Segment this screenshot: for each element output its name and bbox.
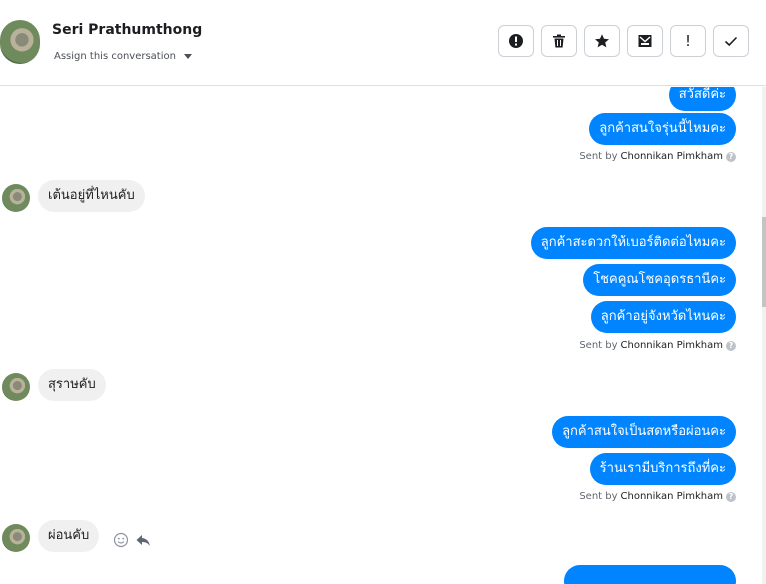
outgoing-message[interactable]: ลูกค้าอยู่จังหวัดไหนคะ <box>590 301 736 333</box>
info-icon[interactable]: ? <box>726 151 736 162</box>
incoming-message[interactable]: เต้นอยู่ที่ไหนคับ <box>38 180 145 212</box>
move-to-inbox-button[interactable] <box>627 25 663 57</box>
emoji-react-icon[interactable] <box>113 532 129 548</box>
thread-scrollbar[interactable] <box>762 87 766 584</box>
star-button[interactable] <box>584 25 620 57</box>
outgoing-message[interactable]: ลูกค้าสนใจรุ่นนี้ไหมคะ <box>589 113 736 145</box>
outgoing-message[interactable]: โชคคูณโชคอุดรธานีคะ <box>583 264 736 296</box>
sent-by-agent: Chonnikan Pimkham <box>620 151 723 162</box>
reply-icon[interactable] <box>135 532 151 548</box>
contact-avatar-small <box>2 184 30 212</box>
trash-icon <box>553 34 565 48</box>
contact-avatar[interactable] <box>0 20 40 64</box>
sent-by-agent: Chonnikan Pimkham <box>620 491 723 502</box>
exclamation-icon: ! <box>684 32 691 50</box>
caret-down-icon <box>183 54 192 59</box>
sent-by-label: Sent by Chonnikan Pimkham ? <box>579 491 736 502</box>
conversation-toolbar: ! <box>498 25 749 57</box>
sent-by-label: Sent by Chonnikan Pimkham ? <box>579 340 736 351</box>
outgoing-message-partial[interactable] <box>564 565 736 584</box>
mark-important-button[interactable]: ! <box>670 25 706 57</box>
delete-button[interactable] <box>541 25 577 57</box>
star-icon <box>595 34 609 48</box>
assign-conversation-dropdown[interactable]: Assign this conversation <box>54 51 192 62</box>
info-icon[interactable]: ? <box>726 340 736 351</box>
check-icon <box>724 36 738 47</box>
contact-avatar-small <box>2 524 30 552</box>
incoming-message[interactable]: สุราษคับ <box>38 369 106 401</box>
sent-by-agent: Chonnikan Pimkham <box>620 340 723 351</box>
outgoing-message[interactable]: ร้านเรามีบริการถึงที่คะ <box>589 453 736 485</box>
incoming-message[interactable]: ผ่อนคับ <box>38 520 100 552</box>
sent-by-prefix: Sent by <box>579 340 618 351</box>
alert-icon <box>509 34 523 48</box>
sent-by-label: Sent by Chonnikan Pimkham ? <box>579 151 736 162</box>
contact-avatar-small <box>2 373 30 401</box>
contact-name[interactable]: Seri Prathumthong <box>52 22 202 38</box>
outgoing-message[interactable]: สวัสดีค่ะ <box>668 87 736 111</box>
sent-by-prefix: Sent by <box>579 491 618 502</box>
message-actions <box>113 532 151 548</box>
info-icon[interactable]: ? <box>726 491 736 502</box>
inbox-icon <box>638 35 652 47</box>
message-thread[interactable]: สวัสดีค่ะ ลูกค้าสนใจรุ่นนี้ไหมคะ Sent by… <box>0 87 766 584</box>
mark-done-button[interactable] <box>713 25 749 57</box>
scrollbar-thumb[interactable] <box>762 217 766 307</box>
sent-by-prefix: Sent by <box>579 151 618 162</box>
outgoing-message[interactable]: ลูกค้าสะดวกให้เบอร์ติดต่อไหมคะ <box>530 227 736 259</box>
mark-spam-button[interactable] <box>498 25 534 57</box>
assign-label: Assign this conversation <box>54 51 176 62</box>
outgoing-message[interactable]: ลูกค้าสนใจเป็นสดหรือผ่อนคะ <box>552 416 736 448</box>
conversation-header: Seri Prathumthong Assign this conversati… <box>0 0 766 86</box>
